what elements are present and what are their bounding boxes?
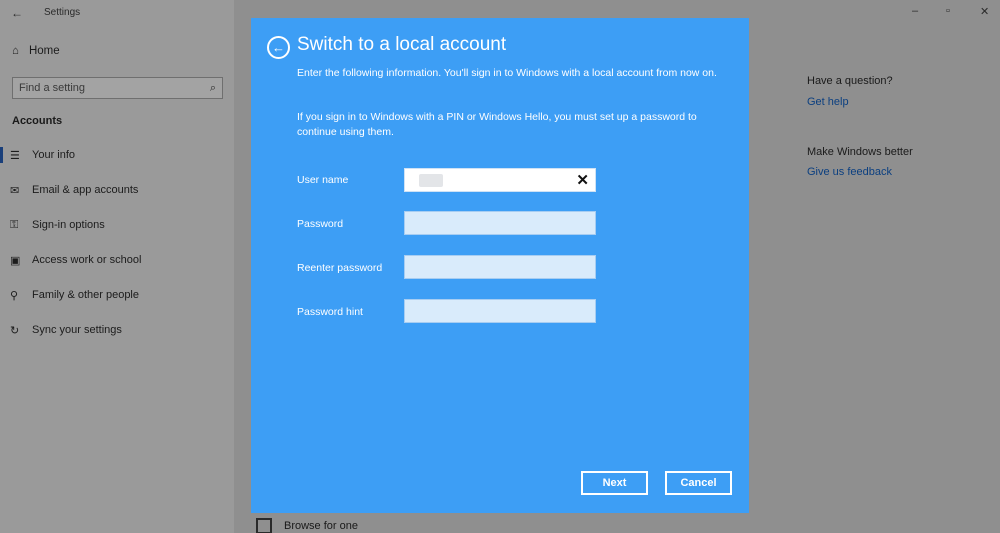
sidebar-item-label: Home: [28, 45, 60, 57]
close-icon[interactable]: ✕: [980, 5, 989, 18]
maximize-icon[interactable]: ▫: [946, 5, 950, 17]
back-arrow-icon[interactable]: ←: [11, 6, 23, 20]
feedback-heading: Make Windows better: [807, 146, 913, 158]
help-heading: Have a question?: [807, 75, 893, 87]
password-hint-field[interactable]: [404, 299, 596, 323]
dialog-note: If you sign in to Windows with a PIN or …: [297, 111, 697, 138]
section-title: Accounts: [12, 115, 63, 127]
sidebar-item-your-info[interactable]: ☰ Your info: [0, 143, 234, 167]
key-icon: ⚿: [10, 218, 19, 231]
password-field[interactable]: [404, 211, 596, 235]
dialog-intro: Enter the following information. You'll …: [297, 67, 717, 79]
sidebar-item-label: Family & other people: [32, 289, 139, 301]
browse-label: Browse for one: [284, 520, 358, 532]
search-icon[interactable]: ⌕: [210, 82, 216, 95]
next-button[interactable]: Next: [581, 471, 648, 495]
briefcase-icon: ▣: [10, 254, 21, 267]
local-account-dialog: ← Switch to a local account Enter the fo…: [251, 18, 749, 513]
settings-sidebar: ← Settings ⌂ Home ⌕ Accounts ☰ Your info…: [0, 0, 234, 533]
sidebar-item-sign-in[interactable]: ⚿ Sign-in options: [0, 213, 234, 237]
sidebar-item-label: Sync your settings: [32, 324, 122, 336]
dialog-title: Switch to a local account: [297, 34, 507, 55]
sidebar-item-label: Access work or school: [32, 254, 142, 266]
cancel-button[interactable]: Cancel: [665, 471, 732, 495]
minimize-icon[interactable]: –: [912, 5, 918, 17]
sidebar-item-email[interactable]: ✉ Email & app accounts: [0, 178, 234, 202]
sidebar-item-label: Sign-in options: [32, 219, 105, 231]
sidebar-item-work-school[interactable]: ▣ Access work or school: [0, 248, 234, 272]
person-icon: ⚲: [10, 289, 19, 302]
sidebar-item-sync[interactable]: ↻ Sync your settings: [0, 318, 234, 342]
mail-icon: ✉: [10, 184, 20, 197]
username-label: User name: [297, 174, 349, 186]
search-input[interactable]: [19, 82, 199, 94]
sidebar-item-label: Your info: [32, 149, 76, 161]
feedback-link[interactable]: Give us feedback: [807, 166, 892, 178]
password-label: Password: [297, 218, 344, 230]
home-icon: ⌂: [12, 45, 19, 57]
search-box[interactable]: ⌕: [12, 77, 223, 99]
sidebar-item-label: Email & app accounts: [32, 184, 139, 196]
sync-icon: ↻: [10, 324, 20, 337]
person-card-icon: ☰: [10, 149, 20, 162]
password-hint-label: Password hint: [297, 306, 363, 318]
clear-icon[interactable]: ✕: [576, 171, 589, 189]
browse-option[interactable]: Browse for one: [256, 518, 358, 533]
reenter-password-field[interactable]: [404, 255, 596, 279]
checkbox[interactable]: [256, 518, 272, 533]
back-circle-icon[interactable]: ←: [267, 36, 290, 59]
sidebar-item-home[interactable]: ⌂ Home: [12, 45, 60, 57]
blurred-username: [419, 174, 443, 187]
get-help-link[interactable]: Get help: [807, 96, 849, 108]
username-field[interactable]: ✕: [404, 168, 596, 192]
sidebar-item-family[interactable]: ⚲ Family & other people: [0, 283, 234, 307]
window-title: Settings: [44, 7, 81, 18]
reenter-password-label: Reenter password: [297, 262, 383, 274]
